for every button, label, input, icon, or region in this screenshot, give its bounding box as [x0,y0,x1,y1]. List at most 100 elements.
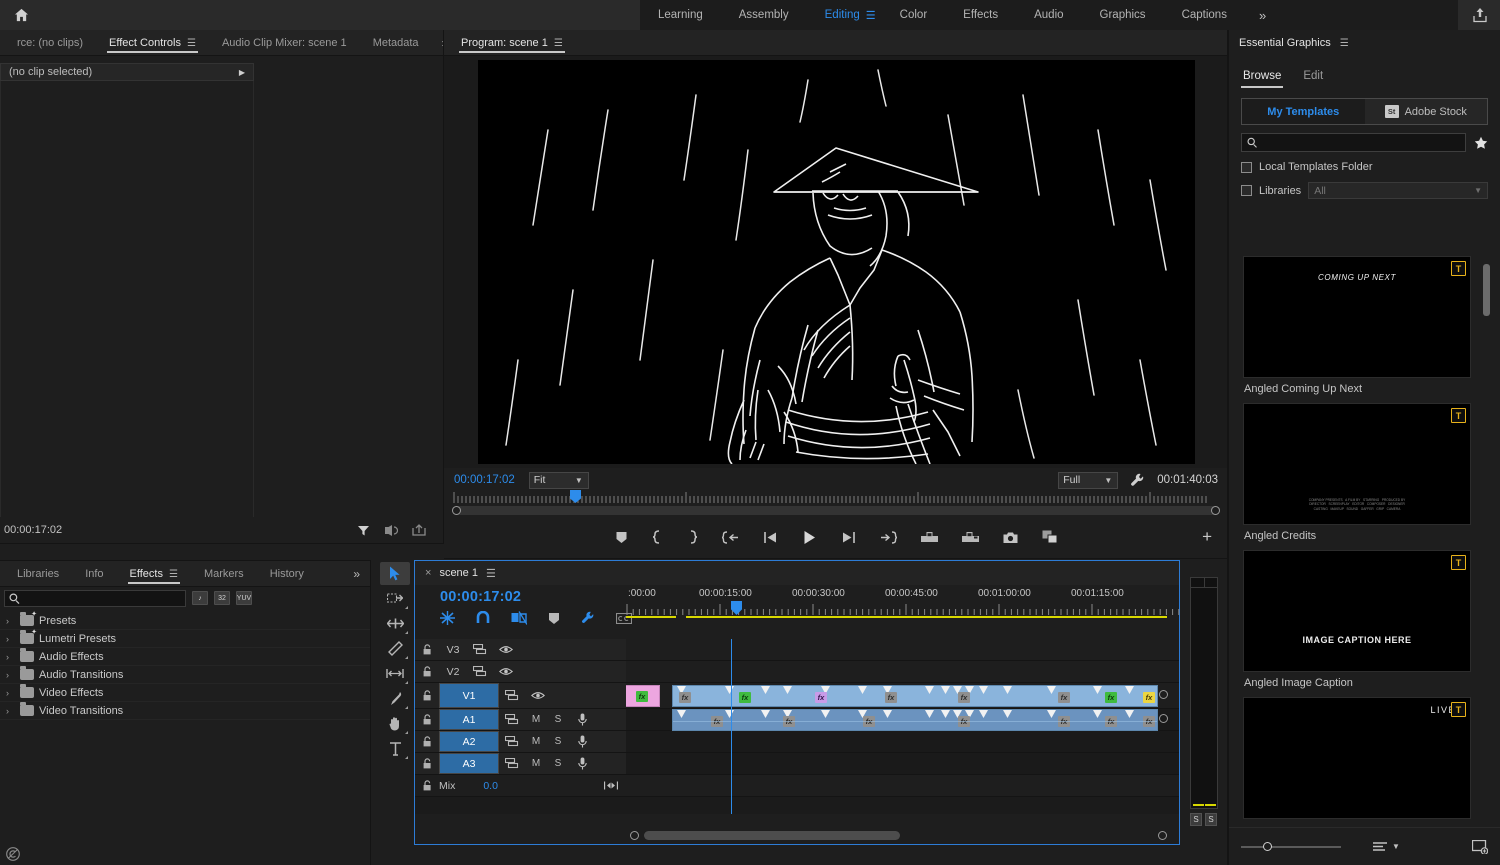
workspace-tab-learning[interactable]: Learning [640,0,721,30]
program-monitor-menu-icon[interactable]: ☰ [554,38,563,49]
home-button[interactable] [0,0,42,30]
button-editor-icon[interactable]: + [1202,527,1212,547]
program-monitor-scrubber[interactable] [444,490,1228,518]
track-select-forward-tool[interactable] [380,587,410,610]
program-monitor-video[interactable] [477,60,1195,464]
range-handle-left[interactable] [452,506,461,515]
sync-lock-a3[interactable] [499,758,525,769]
thumbnail-size-slider[interactable] [1241,841,1341,853]
track-name-v1[interactable]: V1 [439,683,499,708]
template-item[interactable]: LIVE T [1243,697,1474,819]
mute-track-a3[interactable]: M [525,758,547,769]
track-header-v3[interactable]: V3 [415,639,626,661]
local-templates-folder-row[interactable]: Local Templates Folder [1241,161,1488,173]
workspace-tab-color[interactable]: Color [882,0,945,30]
effects-tree-item-lumetri-presets[interactable]: › Lumetri Presets [0,628,370,648]
effects-tree-item-audio-effects[interactable]: › Audio Effects [0,648,370,666]
track-collapse-handle[interactable] [1159,690,1168,699]
track-lane-a3[interactable] [626,753,1179,775]
selected-clip-indicator[interactable]: (no clip selected) ▶ [0,63,254,81]
add-marker-icon[interactable] [615,531,628,544]
libraries-checkbox[interactable] [1241,185,1252,196]
templates-scrollbar[interactable] [1483,264,1490,316]
rolling-edit-tool[interactable] [380,637,410,660]
track-header-a2[interactable]: A2 M S [415,731,626,753]
workspace-tab-assembly[interactable]: Assembly [721,0,807,30]
sync-lock-v1[interactable] [499,690,525,701]
comparison-view-icon[interactable] [1042,530,1058,544]
templates-search-input[interactable] [1257,136,1465,149]
accelerated-effects-badge[interactable]: ♪ [192,591,208,605]
new-layer-icon[interactable] [1472,839,1488,854]
step-forward-icon[interactable] [841,531,856,544]
templates-search-box[interactable] [1241,133,1466,152]
workspace-overflow-button[interactable]: » [1245,8,1280,23]
lock-icon-a1[interactable] [415,714,439,725]
tab-effect-controls[interactable]: Effect Controls ☰ [96,30,209,55]
sync-lock-a1[interactable] [499,714,525,725]
sync-lock-v3[interactable] [467,644,493,655]
keyframe-nav-icon[interactable] [604,781,618,790]
effects-panel-menu-icon[interactable]: ☰ [169,569,178,580]
share-icon[interactable] [1472,7,1488,23]
chevron-right-icon[interactable]: › [6,688,15,698]
solo-track-a2[interactable]: S [547,736,569,747]
mute-track-a2[interactable]: M [525,736,547,747]
lock-icon-a3[interactable] [415,758,439,769]
template-item[interactable]: IMAGE CAPTION HERE T Angled Image Captio… [1243,550,1474,697]
effect-controls-timecode[interactable]: 00:00:17:02 [0,524,62,536]
yuv-effects-badge[interactable]: YUV [236,591,252,605]
toggle-track-output-v3[interactable] [493,645,519,654]
voice-over-a3[interactable] [569,757,595,770]
panel-divider[interactable] [443,30,444,543]
tab-essential-graphics[interactable]: Essential Graphics ☰ [1237,30,1362,56]
template-thumbnail[interactable]: COMING UP NEXT T [1243,256,1471,378]
timeline-playhead-timecode[interactable]: 00:00:17:02 [440,589,521,605]
workspace-tab-captions[interactable]: Captions [1164,0,1245,30]
local-templates-folder-checkbox[interactable] [1241,161,1252,173]
audio-meter[interactable] [1190,577,1218,809]
panel-divider[interactable] [370,560,371,865]
template-thumbnail[interactable]: LIVE T [1243,697,1471,819]
close-sequence-icon[interactable]: × [425,567,431,579]
track-header-a3[interactable]: A3 M S [415,753,626,775]
program-view-range-bar[interactable] [452,506,1220,515]
wrench-icon[interactable] [1130,473,1145,488]
slider-handle[interactable] [1263,841,1272,851]
scroll-thumb[interactable] [644,831,900,840]
panel-divider[interactable] [0,543,444,544]
track-name-v3[interactable]: V3 [439,639,467,660]
rate-stretch-tool[interactable] [380,662,410,685]
track-collapse-handle[interactable] [1159,714,1168,723]
pen-tool[interactable] [380,687,410,710]
timeline-settings-icon[interactable] [581,611,595,625]
lift-icon[interactable] [920,531,938,544]
sync-lock-v2[interactable] [467,666,493,677]
effects-tree-item-video-transitions[interactable]: › Video Transitions [0,702,370,720]
toggle-track-output-v1[interactable] [525,691,551,700]
extract-icon[interactable] [961,531,979,544]
track-lane-v2[interactable] [626,661,1179,683]
lock-icon-mix[interactable] [415,780,439,791]
range-handle-right[interactable] [1211,506,1220,515]
mark-in-icon[interactable] [652,530,663,544]
effects-search-input[interactable] [20,590,170,606]
selection-tool[interactable] [380,562,410,585]
effects-tree-item-audio-transitions[interactable]: › Audio Transitions [0,666,370,684]
step-back-icon[interactable] [763,531,778,544]
workspace-tab-effects[interactable]: Effects [945,0,1016,30]
voice-over-a2[interactable] [569,735,595,748]
chevron-right-icon[interactable]: › [6,706,15,716]
workspace-tab-audio[interactable]: Audio [1016,0,1081,30]
type-tool[interactable] [380,737,410,760]
insert-overwrite-icon[interactable] [440,611,455,625]
template-thumbnail[interactable]: IMAGE CAPTION HERE T [1243,550,1471,672]
effects-tree-item-video-effects[interactable]: › Video Effects [0,684,370,702]
workspace-menu-icon[interactable]: ☰ [866,9,876,22]
track-name-a2[interactable]: A2 [439,731,499,752]
effects-overflow[interactable]: » [343,567,370,581]
libraries-select[interactable]: All ▼ [1308,182,1488,199]
effects-tree-item-presets[interactable]: › Presets [0,610,370,630]
panel-divider[interactable] [444,558,1228,559]
mark-out-icon[interactable] [687,530,698,544]
